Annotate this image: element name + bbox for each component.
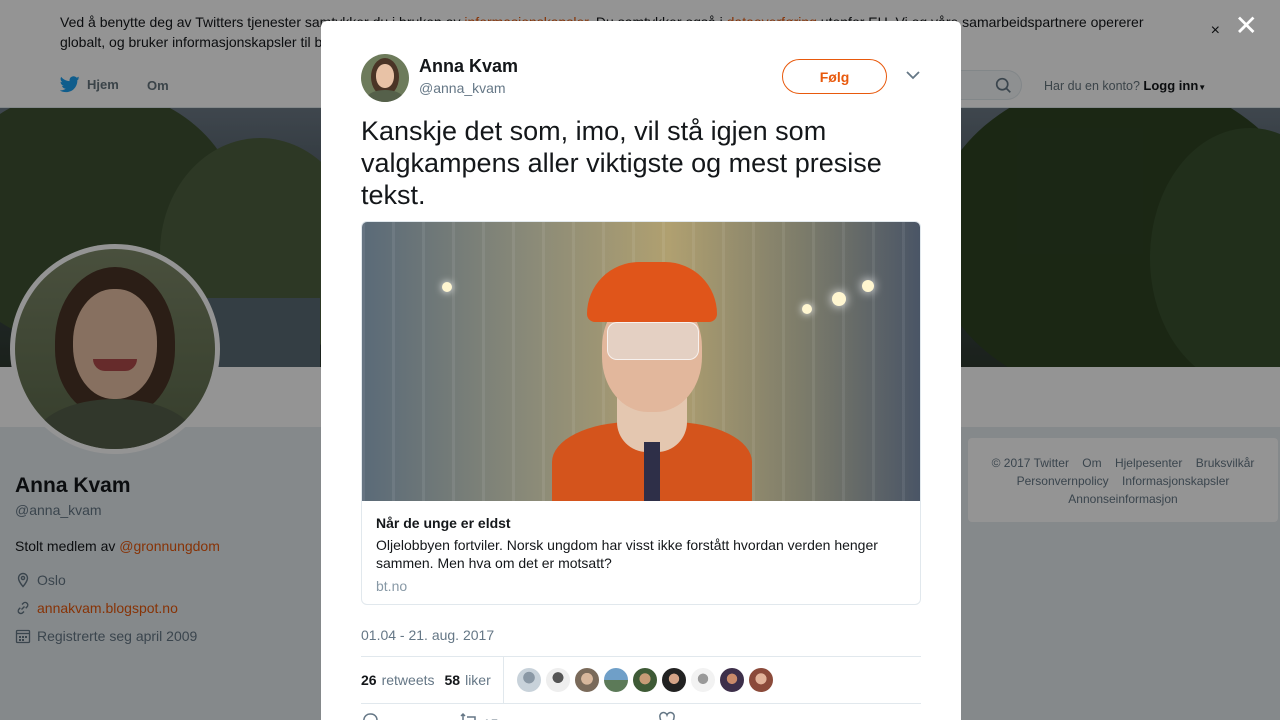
- likes-count: 58: [444, 672, 461, 688]
- chevron-down-icon[interactable]: [905, 69, 921, 81]
- card-domain: bt.no: [376, 578, 408, 594]
- tweet-date[interactable]: 01.04 - 21. aug. 2017: [361, 627, 494, 643]
- retweet-button[interactable]: 15: [459, 711, 578, 720]
- card-body: Når de unge er eldst Oljelobbyen fortvil…: [362, 501, 920, 604]
- reply-icon: [363, 713, 378, 720]
- liker-avatar[interactable]: [631, 667, 658, 693]
- liker-avatar[interactable]: [747, 667, 774, 693]
- author-name[interactable]: Anna Kvam: [419, 56, 518, 77]
- liker-avatar[interactable]: [718, 667, 745, 693]
- liker-avatar[interactable]: [689, 667, 716, 693]
- likes-stat[interactable]: 58 liker: [445, 672, 491, 688]
- reply-button[interactable]: [361, 711, 379, 720]
- tweet-stats: 26 retweets 58 liker: [361, 656, 921, 704]
- tweet-text: Kanskje det som, imo, vil stå igjen som …: [361, 116, 882, 210]
- card-title: Når de unge er eldst: [376, 515, 511, 531]
- card-image: [362, 222, 920, 501]
- author-handle[interactable]: @anna_kvam: [419, 80, 506, 96]
- retweets-count: 26: [361, 672, 377, 688]
- like-button[interactable]: [658, 711, 676, 720]
- stats-divider: [502, 657, 504, 703]
- retweets-stat[interactable]: 26 retweets: [361, 672, 435, 688]
- close-icon[interactable]: ✕: [1235, 12, 1258, 40]
- likes-label: liker: [465, 672, 491, 688]
- link-card[interactable]: Når de unge er eldst Oljelobbyen fortvil…: [361, 221, 921, 605]
- liker-avatar[interactable]: [660, 667, 687, 693]
- follow-button[interactable]: Følg: [782, 59, 887, 94]
- tweet-actions: 15: [361, 711, 756, 720]
- heart-icon: [659, 711, 676, 720]
- tweet-modal: Anna Kvam @anna_kvam Følg Kanskje det so…: [321, 21, 961, 720]
- author-avatar[interactable]: [361, 54, 409, 102]
- card-description: Oljelobbyen fortviler. Norsk ungdom har …: [376, 537, 878, 571]
- liker-avatar[interactable]: [544, 667, 571, 693]
- liker-avatar[interactable]: [573, 667, 600, 693]
- retweet-icon: [460, 712, 476, 720]
- liker-avatar[interactable]: [515, 667, 542, 693]
- liker-avatar[interactable]: [602, 667, 629, 693]
- retweets-label: retweets: [381, 672, 435, 688]
- retweet-count: 15: [483, 716, 499, 720]
